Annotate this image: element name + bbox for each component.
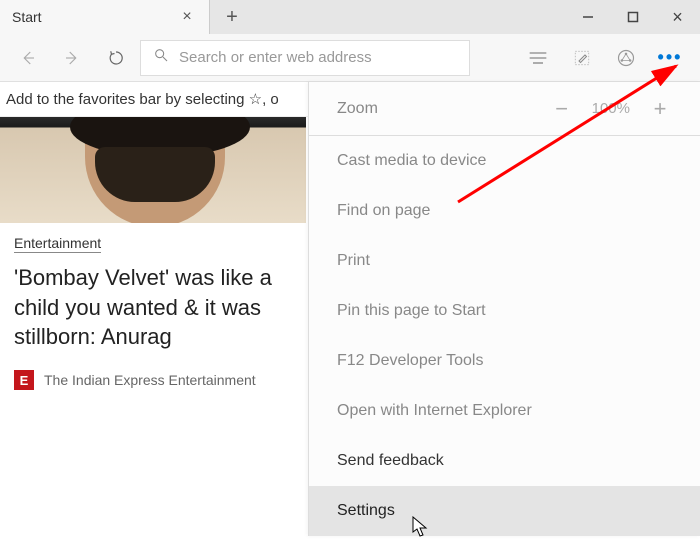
refresh-button[interactable]	[96, 38, 136, 78]
more-icon: •••	[658, 47, 683, 68]
card-category[interactable]: Entertainment	[14, 235, 101, 253]
more-button[interactable]: •••	[648, 38, 692, 78]
menu-feedback[interactable]: Send feedback	[309, 436, 700, 486]
menu-f12[interactable]: F12 Developer Tools	[309, 336, 700, 386]
refresh-icon	[107, 49, 125, 67]
arrow-right-icon	[63, 49, 81, 67]
zoom-label: Zoom	[337, 100, 378, 118]
overflow-menu: Zoom − 100% + Cast media to device Find …	[308, 82, 700, 536]
new-tab-button[interactable]: +	[210, 0, 254, 34]
reading-view-button[interactable]	[516, 38, 560, 78]
menu-pin[interactable]: Pin this page to Start	[309, 286, 700, 336]
zoom-value: 100%	[592, 100, 630, 117]
menu-zoom-row: Zoom − 100% +	[309, 82, 700, 136]
close-icon: ×	[672, 7, 683, 28]
nav-bar: •••	[0, 34, 700, 82]
menu-print[interactable]: Print	[309, 236, 700, 286]
tab-start[interactable]: Start ×	[0, 0, 210, 34]
arrow-left-icon	[19, 49, 37, 67]
maximize-button[interactable]	[610, 0, 655, 34]
news-card[interactable]: Entertainment 'Bombay Velvet' was like a…	[0, 117, 306, 410]
menu-settings[interactable]: Settings	[309, 486, 700, 536]
card-headline: 'Bombay Velvet' was like a child you wan…	[14, 263, 292, 352]
tab-bar: Start × + ×	[0, 0, 700, 34]
share-icon	[616, 48, 636, 68]
menu-cast[interactable]: Cast media to device	[309, 136, 700, 186]
reading-icon	[528, 50, 548, 66]
source-name: The Indian Express Entertainment	[44, 372, 256, 388]
web-note-button[interactable]	[560, 38, 604, 78]
menu-ie[interactable]: Open with Internet Explorer	[309, 386, 700, 436]
source-badge: E	[14, 370, 34, 390]
zoom-out-button[interactable]: −	[550, 96, 574, 122]
card-image	[0, 117, 306, 223]
forward-button[interactable]	[52, 38, 92, 78]
close-tab-icon[interactable]: ×	[177, 8, 197, 26]
search-input[interactable]	[179, 49, 457, 66]
menu-find[interactable]: Find on page	[309, 186, 700, 236]
zoom-in-button[interactable]: +	[648, 96, 672, 122]
tab-label: Start	[12, 9, 177, 25]
pen-icon	[573, 49, 591, 67]
share-button[interactable]	[604, 38, 648, 78]
card-source: E The Indian Express Entertainment	[14, 366, 292, 394]
minimize-icon	[582, 11, 594, 23]
address-bar[interactable]	[140, 40, 470, 76]
maximize-icon	[627, 11, 639, 23]
search-icon	[153, 47, 169, 68]
back-button[interactable]	[8, 38, 48, 78]
minimize-button[interactable]	[565, 0, 610, 34]
window-close-button[interactable]: ×	[655, 0, 700, 34]
